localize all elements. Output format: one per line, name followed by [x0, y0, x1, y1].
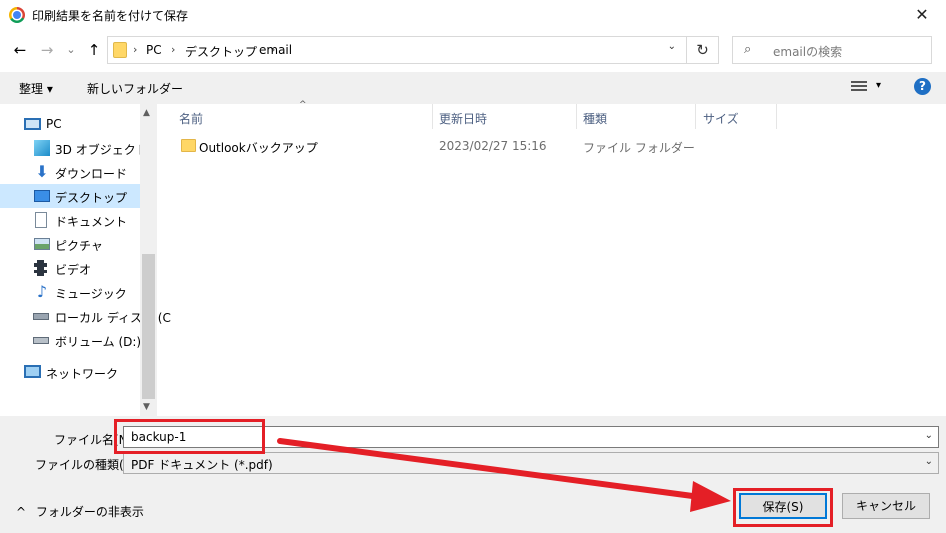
back-arrow-icon[interactable]: ← [10, 40, 30, 60]
recent-locations-icon[interactable]: ⌄ [61, 40, 81, 60]
column-divider[interactable] [776, 104, 777, 129]
hide-folders-toggle[interactable]: ^ フォルダーの非表示 [16, 503, 144, 520]
address-dropdown-icon[interactable]: ⌄ [668, 41, 676, 52]
column-divider[interactable] [576, 104, 577, 129]
search-placeholder: emailの検索 [773, 45, 843, 59]
search-box[interactable]: ⌕ emailの検索 [732, 36, 932, 64]
sidebar-scrollbar[interactable]: ▲ ▼ [140, 104, 157, 416]
music-icon: ♪ [36, 282, 48, 301]
chevron-down-icon[interactable]: ⌄ [925, 456, 933, 467]
sidebar-item-label: ピクチャ [55, 239, 103, 253]
sidebar-item-label: ビデオ [55, 263, 92, 277]
window-title: 印刷結果を名前を付けて保存 [32, 9, 189, 23]
volume-icon [33, 337, 49, 344]
column-divider[interactable] [432, 104, 433, 129]
sort-ascending-icon: ^ [299, 100, 307, 110]
sidebar-item-label: ボリューム (D:) [55, 335, 142, 349]
sidebar-item-label: 3D オブジェクト [55, 143, 148, 157]
sidebar-item-label: ネットワーク [46, 367, 119, 381]
filetype-value: PDF ドキュメント (*.pdf) [131, 458, 273, 472]
sidebar-item-downloads[interactable]: ⬇ ダウンロード [0, 160, 140, 184]
sidebar-item-local-disk[interactable]: ローカル ディスク (C [0, 304, 171, 328]
scrollbar-thumb[interactable] [142, 254, 155, 399]
folder-icon [181, 139, 196, 152]
sidebar-item-label: PC [46, 117, 62, 131]
sidebar-item-3d-objects[interactable]: 3D オブジェクト [0, 136, 148, 160]
3d-objects-icon [34, 140, 50, 156]
breadcrumb-pc[interactable]: PC [146, 43, 162, 57]
scroll-up-icon[interactable]: ▲ [143, 108, 150, 118]
command-toolbar: 整理 ▾ 新しいフォルダー ▾ [0, 72, 946, 104]
network-icon [24, 365, 41, 378]
cancel-button[interactable]: キャンセル [842, 493, 930, 519]
sidebar-item-network[interactable]: ネットワーク [0, 360, 140, 384]
breadcrumb-separator: › [133, 43, 138, 56]
sidebar-item-pictures[interactable]: ピクチャ [0, 232, 140, 256]
column-header-name[interactable]: 名前 [179, 104, 203, 129]
sidebar-item-music[interactable]: ♪ ミュージック [0, 280, 140, 304]
help-icon[interactable]: ? [914, 78, 931, 95]
new-folder-button[interactable]: 新しいフォルダー [87, 80, 183, 97]
forward-arrow-icon[interactable]: → [37, 40, 57, 60]
refresh-icon[interactable]: ↻ [687, 36, 719, 64]
breadcrumb-desktop[interactable]: デスクトップ [185, 43, 257, 60]
sidebar-item-label: デスクトップ [55, 191, 128, 205]
chrome-app-icon [9, 7, 25, 23]
scroll-down-icon[interactable]: ▼ [143, 402, 150, 412]
filename-highlight-box [114, 419, 265, 454]
video-icon [34, 260, 47, 276]
pc-icon [24, 118, 41, 130]
breadcrumb-email[interactable]: email [259, 43, 292, 57]
column-divider[interactable] [695, 104, 696, 129]
sidebar-item-label: ドキュメント [55, 215, 128, 229]
breadcrumb-separator: › [171, 43, 176, 56]
pictures-icon [34, 238, 50, 250]
column-header-type[interactable]: 種類 [583, 104, 607, 129]
sidebar-item-volume-d[interactable]: ボリューム (D:) [0, 328, 142, 352]
chevron-down-icon[interactable]: ⌄ [925, 430, 933, 441]
file-list: ^ 名前 更新日時 種類 サイズ Outlookバックアップ 2023/02/2… [160, 100, 946, 416]
view-dropdown-icon[interactable]: ▾ [876, 80, 881, 91]
chevron-up-icon: ^ [16, 505, 27, 519]
file-type: ファイル フォルダー [583, 141, 695, 155]
up-arrow-icon[interactable]: ↑ [84, 40, 104, 60]
sidebar-item-videos[interactable]: ビデオ [0, 256, 140, 280]
folder-icon [113, 42, 127, 58]
search-icon: ⌕ [744, 42, 752, 57]
download-icon: ⬇ [35, 162, 49, 181]
address-bar[interactable]: › PC › デスクトップ › email ⌄ [107, 36, 687, 64]
close-icon[interactable]: ✕ [908, 3, 936, 27]
file-date: 2023/02/27 15:16 [439, 139, 547, 153]
sidebar-item-documents[interactable]: ドキュメント [0, 208, 140, 232]
organize-menu-button[interactable]: 整理 ▾ [19, 80, 53, 97]
sidebar-item-label: ダウンロード [55, 167, 128, 181]
view-options-icon[interactable] [851, 81, 867, 93]
desktop-icon [34, 190, 50, 202]
save-highlight-box [733, 488, 833, 527]
local-disk-icon [33, 313, 49, 320]
sidebar-item-desktop[interactable]: デスクトップ [0, 184, 140, 208]
column-header-size[interactable]: サイズ [703, 104, 739, 129]
file-name: Outlookバックアップ [199, 141, 318, 155]
sidebar-item-label: ミュージック [55, 287, 127, 301]
column-header-date[interactable]: 更新日時 [439, 104, 487, 129]
title-bar: 印刷結果を名前を付けて保存 ✕ [0, 0, 946, 30]
sidebar-item-pc[interactable]: PC [0, 112, 140, 136]
navigation-pane: PC 3D オブジェクト ⬇ ダウンロード デスクトップ ドキュメント ピクチャ… [0, 104, 171, 416]
filetype-select[interactable]: PDF ドキュメント (*.pdf) ⌄ [123, 452, 939, 474]
document-icon [35, 212, 47, 228]
hide-folders-label: フォルダーの非表示 [35, 505, 144, 519]
